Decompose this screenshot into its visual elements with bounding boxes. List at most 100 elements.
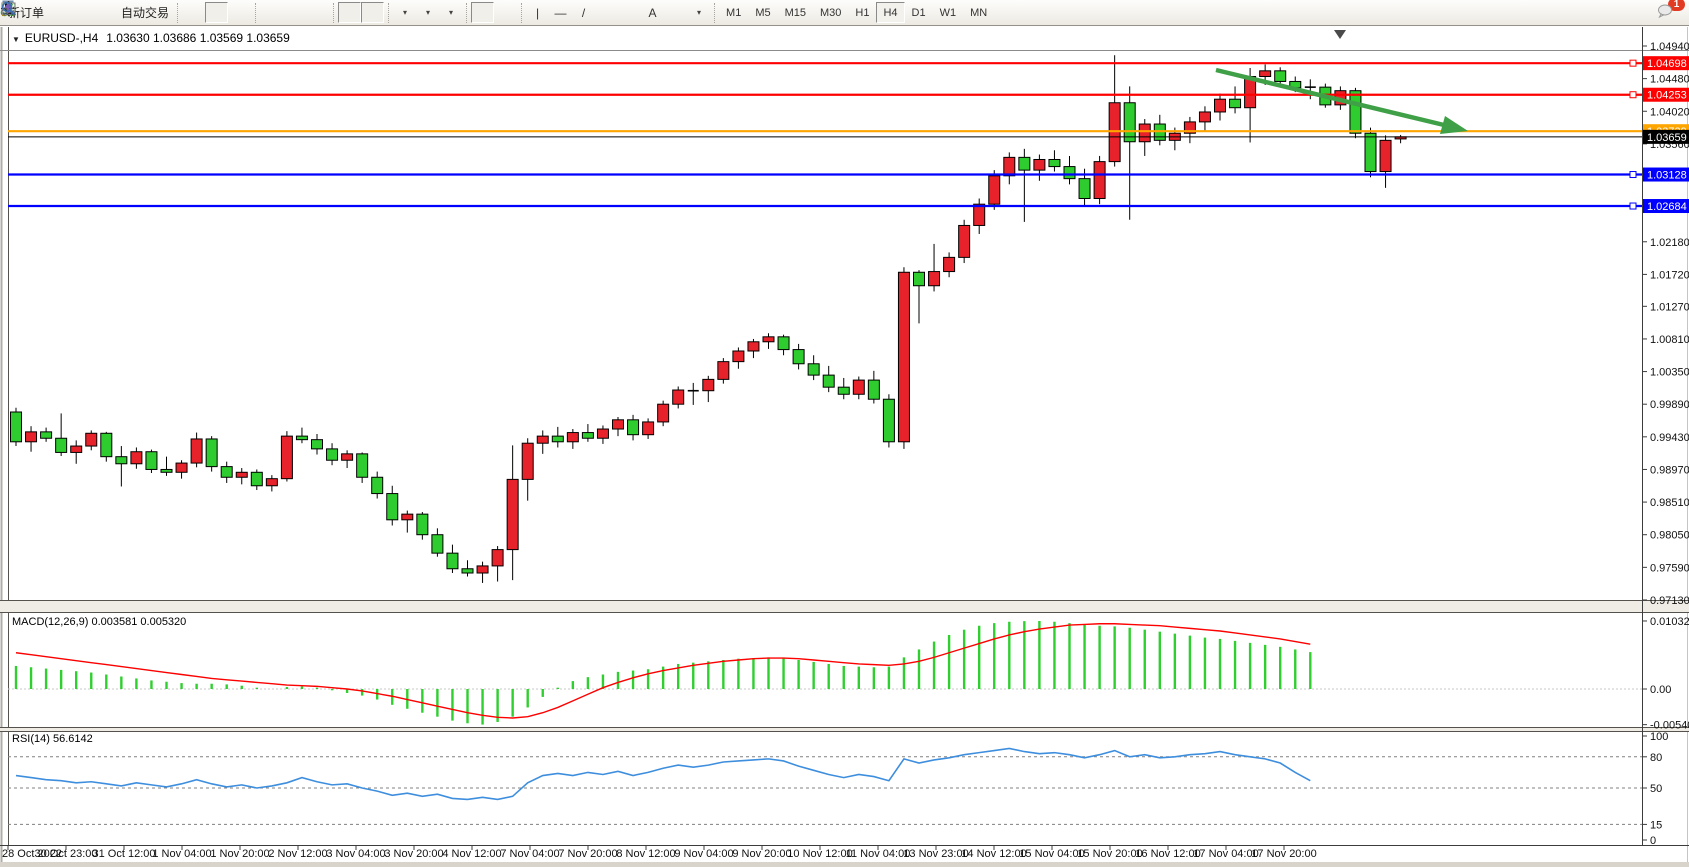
candle (1019, 157, 1030, 170)
price-tick-label: 0.97590 (1650, 562, 1689, 574)
candle (477, 566, 488, 573)
rsi-tick-label: 0 (1650, 835, 1656, 847)
auto-scroll-button[interactable] (338, 2, 361, 23)
date-tick-label: 31 Oct 12:00 (93, 848, 156, 860)
equidistant-channel-button[interactable]: E (595, 2, 618, 23)
trendline-button[interactable]: / (572, 2, 595, 23)
price-tick-label: 1.04020 (1650, 106, 1689, 118)
timeframe-D1[interactable]: D1 (905, 2, 933, 23)
horizontal-line-button[interactable]: — (549, 2, 572, 23)
templates-button[interactable]: ▾ (439, 2, 462, 23)
line-chart-button[interactable] (228, 2, 251, 23)
date-tick-label: 17 Nov 20:00 (1251, 848, 1316, 860)
cursor-button[interactable] (471, 2, 494, 23)
chart-shift-button[interactable] (361, 2, 384, 23)
candle (447, 553, 458, 569)
search-button[interactable] (1633, 2, 1656, 23)
text-icon: A (649, 7, 657, 19)
fibonacci-button[interactable]: F (618, 2, 641, 23)
candlestick-chart-button[interactable] (205, 2, 228, 23)
timeframe-H4[interactable]: H4 (876, 2, 904, 23)
timeframe-M5[interactable]: M5 (748, 2, 777, 23)
autotrading-button[interactable]: 自动交易 (117, 2, 173, 23)
candle (522, 443, 533, 479)
candle (613, 420, 624, 429)
mt4-window: 新订单 自动交易 (0, 0, 1689, 867)
candle (1350, 91, 1361, 134)
candle (56, 438, 67, 452)
candle (1004, 157, 1015, 175)
candle (492, 550, 503, 566)
candle (1079, 179, 1090, 199)
line-handle[interactable] (1630, 92, 1636, 98)
dropdown-arrow-icon: ▾ (403, 8, 407, 17)
toolbar: 新订单 自动交易 (0, 0, 1689, 26)
rsi-tick-label: 50 (1650, 783, 1662, 795)
price-line-label: 1.04253 (1647, 90, 1687, 102)
styler-button[interactable] (48, 2, 71, 23)
candle (853, 380, 864, 394)
price-tick-label: 1.04480 (1650, 74, 1689, 86)
search-icon (0, 0, 17, 17)
publish-button[interactable] (71, 2, 94, 23)
timeframe-toolbar: M1M5M15M30H1H4D1W1MN (719, 2, 994, 23)
new-chart-button[interactable]: ▾ (393, 2, 416, 23)
candle (1034, 159, 1045, 170)
price-tick-label: 1.00810 (1650, 334, 1689, 346)
candle (658, 404, 669, 422)
line-handle[interactable] (1630, 60, 1636, 66)
candle (372, 477, 383, 493)
date-tick-label: 15 Nov 04:00 (1019, 848, 1084, 860)
dropdown-arrow-icon: ▾ (449, 8, 453, 17)
line-handle[interactable] (1630, 203, 1636, 209)
sound-button[interactable] (94, 2, 117, 23)
timeframe-W1[interactable]: W1 (933, 2, 964, 23)
candle (673, 390, 684, 404)
line-handle[interactable] (1630, 172, 1636, 178)
candle (86, 433, 97, 446)
candle (628, 420, 639, 435)
date-tick-label: 3 Nov 04:00 (326, 848, 385, 860)
candle (883, 399, 894, 442)
pane-splitter[interactable] (0, 601, 1689, 612)
timeframe-MN[interactable]: MN (963, 2, 994, 23)
arrows-tool-button[interactable]: ▾ (687, 2, 710, 23)
zoom-in-button[interactable] (260, 2, 283, 23)
date-tick-label: 17 Nov 04:00 (1193, 848, 1258, 860)
date-tick-label: 10 Nov 12:00 (787, 848, 852, 860)
price-line-label: 1.02684 (1647, 201, 1687, 213)
text-button[interactable]: A (641, 2, 664, 23)
timeframe-M1[interactable]: M1 (719, 2, 748, 23)
price-line-label: 1.03128 (1647, 170, 1687, 182)
timeframe-M30[interactable]: M30 (813, 2, 848, 23)
candle (357, 454, 368, 477)
candle (868, 380, 879, 399)
chart-ohlc-values: 1.03630 1.03686 1.03569 1.03659 (106, 31, 290, 45)
price-tick-label: 0.97130 (1650, 595, 1689, 607)
dropdown-arrow-icon: ▾ (426, 8, 430, 17)
text-label-button[interactable]: T (664, 2, 687, 23)
candle (929, 272, 940, 286)
periods-button[interactable]: ▾ (416, 2, 439, 23)
timeframe-H1[interactable]: H1 (848, 2, 876, 23)
vertical-line-button[interactable]: | (526, 2, 549, 23)
crosshair-button[interactable] (494, 2, 517, 23)
tile-windows-button[interactable] (306, 2, 329, 23)
date-tick-label: 15 Nov 20:00 (1077, 848, 1142, 860)
pane-splitter[interactable] (0, 728, 1689, 731)
collapse-trade-panel-icon[interactable]: ▼ (12, 35, 20, 44)
candle (1380, 140, 1391, 171)
candle (793, 350, 804, 364)
zoom-out-button[interactable] (283, 2, 306, 23)
candle (161, 469, 172, 472)
candle (191, 439, 202, 463)
candle (733, 351, 744, 362)
candle (1275, 71, 1286, 82)
chart-canvas[interactable]: 1.049401.044801.040201.035601.031001.026… (0, 0, 1689, 867)
timeframe-M15[interactable]: M15 (778, 2, 813, 23)
bar-chart-button[interactable] (182, 2, 205, 23)
price-tick-label: 1.01270 (1650, 301, 1689, 313)
candle (567, 433, 578, 442)
rsi-tick-label: 80 (1650, 752, 1662, 764)
candle (1260, 71, 1271, 77)
